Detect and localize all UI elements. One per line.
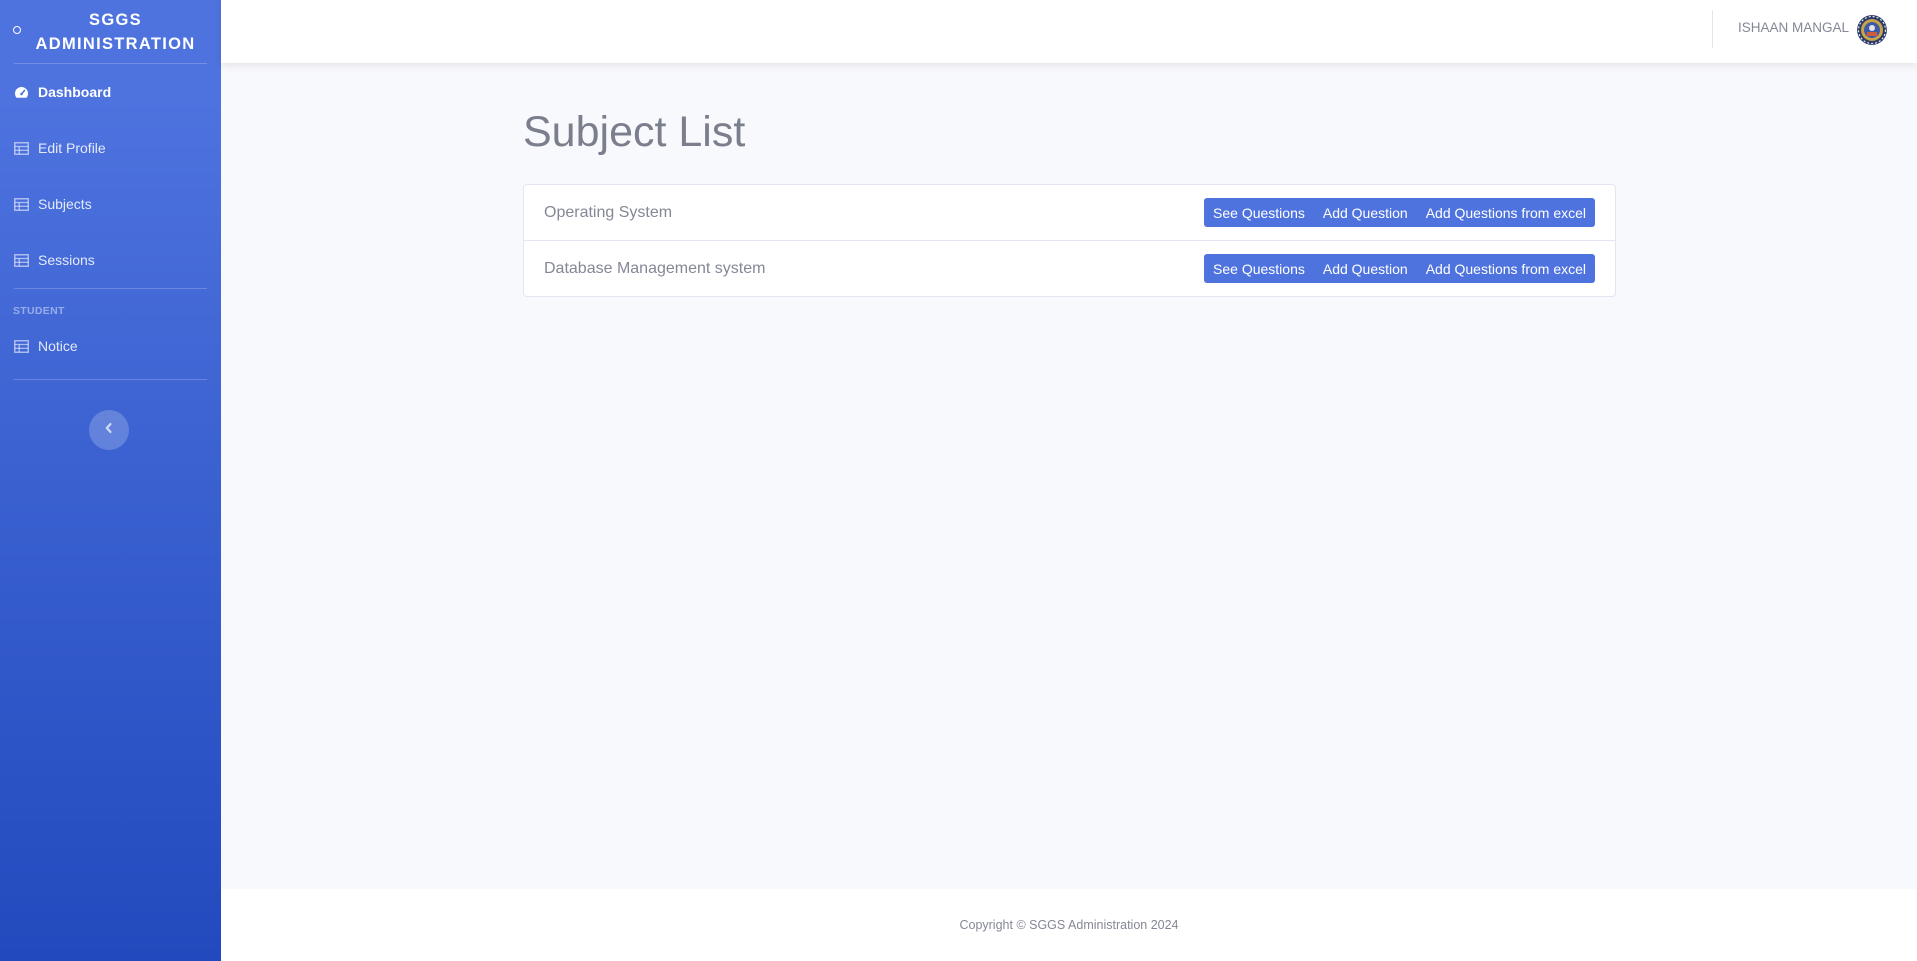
user-name[interactable]: ISHAAN MANGAL xyxy=(1738,20,1849,35)
sidebar-item-notice[interactable]: Notice xyxy=(0,323,221,369)
table-icon xyxy=(14,197,29,211)
list-item: Operating System See Questions Add Quest… xyxy=(524,185,1615,240)
copyright-text: Copyright © SGGS Administration 2024 xyxy=(959,918,1179,932)
table-icon xyxy=(14,141,29,155)
sidebar-item-label: Notice xyxy=(38,338,78,354)
sidebar-divider xyxy=(14,379,207,380)
sidebar-brand[interactable]: SGGS ADMINISTRATION xyxy=(0,0,221,63)
chevron-left-icon xyxy=(104,421,114,439)
brand-title: SGGS ADMINISTRATION xyxy=(35,10,196,53)
subject-actions: See Questions Add Question Add Questions… xyxy=(1204,198,1595,227)
topbar-divider xyxy=(1712,10,1713,48)
sidebar-item-edit-profile[interactable]: Edit Profile xyxy=(0,120,221,176)
see-questions-button[interactable]: See Questions xyxy=(1204,254,1314,283)
table-icon xyxy=(14,339,29,353)
page-title: Subject List xyxy=(523,108,746,156)
sidebar-toggle-button[interactable] xyxy=(89,410,129,450)
sidebar-item-sessions[interactable]: Sessions xyxy=(0,232,221,288)
subject-list: Operating System See Questions Add Quest… xyxy=(523,184,1616,297)
sidebar-item-label: Subjects xyxy=(38,196,92,212)
brand-logo-icon xyxy=(13,26,21,34)
tachometer-icon xyxy=(14,86,29,99)
sidebar-heading: STUDENT xyxy=(13,305,65,317)
add-questions-excel-button[interactable]: Add Questions from excel xyxy=(1416,254,1595,283)
topbar: ISHAAN MANGAL xyxy=(221,0,1917,63)
footer: Copyright © SGGS Administration 2024 xyxy=(221,889,1917,961)
sidebar-item-label: Sessions xyxy=(38,252,95,268)
table-icon xyxy=(14,253,29,267)
add-question-button[interactable]: Add Question xyxy=(1313,254,1417,283)
see-questions-button[interactable]: See Questions xyxy=(1204,198,1314,227)
list-item: Database Management system See Questions… xyxy=(524,240,1615,296)
sidebar-item-label: Edit Profile xyxy=(38,140,106,156)
sidebar-item-dashboard[interactable]: Dashboard xyxy=(0,64,221,120)
sidebar-item-subjects[interactable]: Subjects xyxy=(0,176,221,232)
sidebar: SGGS ADMINISTRATION Dashboard Edit Profi… xyxy=(0,0,221,961)
subject-name: Operating System xyxy=(544,203,673,221)
add-questions-excel-button[interactable]: Add Questions from excel xyxy=(1416,198,1595,227)
sidebar-item-label: Dashboard xyxy=(38,84,112,100)
avatar[interactable] xyxy=(1857,15,1887,45)
add-question-button[interactable]: Add Question xyxy=(1313,198,1417,227)
subject-name: Database Management system xyxy=(544,259,766,277)
subject-actions: See Questions Add Question Add Questions… xyxy=(1204,254,1595,283)
